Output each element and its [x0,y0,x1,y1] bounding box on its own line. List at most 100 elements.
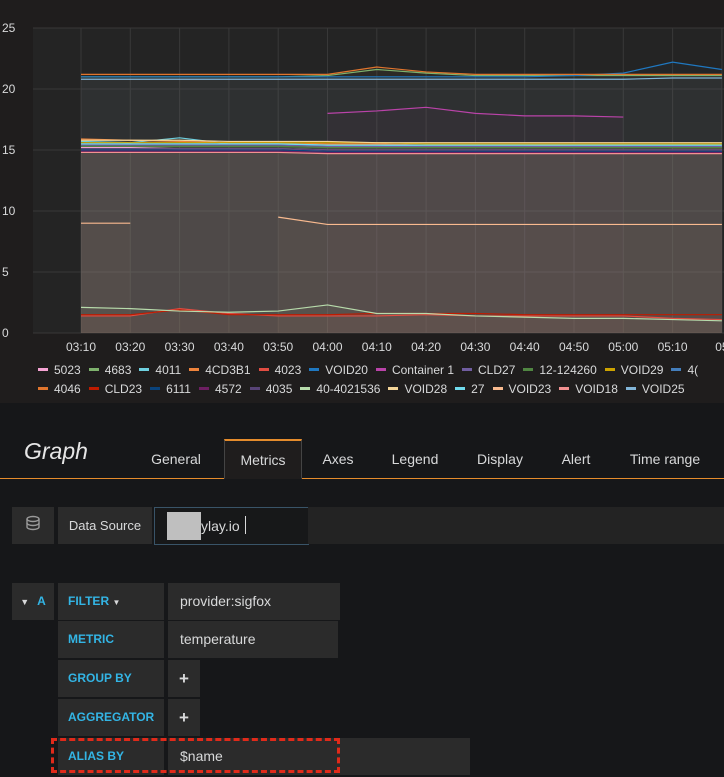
tab-legend[interactable]: Legend [378,440,452,478]
legend-item[interactable]: 4046 [38,380,81,399]
legend-label: 40-4021536 [316,382,381,396]
panel-type-title: Graph [24,438,88,464]
aggregator-label: AGGREGATOR [58,699,164,736]
legend-item[interactable]: VOID20 [309,361,368,380]
chart-area[interactable]: 051015202503:10 03:20 03:30 03:40 03:50 04:00… [0,0,724,403]
legend-item[interactable]: CLD27 [462,361,515,380]
x-tick-label: 04:50 [559,340,589,354]
legend-swatch [625,387,636,391]
x-tick-label: 04:40 [510,340,540,354]
query-collapse-toggle[interactable]: ▼ A [12,583,54,620]
x-tick-label: 04:30 [460,340,490,354]
legend-item[interactable]: VOID28 [388,380,447,399]
datasource-input[interactable]: ylay.io [154,507,309,545]
legend-label: 4( [687,363,699,377]
alias-highlight-box [51,738,340,773]
y-tick-label: 5 [2,265,9,279]
legend-label: 4023 [274,363,302,377]
legend-label: 6111 [166,382,191,396]
text-cursor [245,516,246,534]
legend-item[interactable]: Container 1 [375,361,455,380]
legend-swatch [671,368,682,372]
legend-swatch [455,387,466,391]
legend-item[interactable]: VOID29 [604,361,664,380]
panel-editor-header: Graph General Metrics Axes Legend Displa… [0,430,724,479]
legend-swatch [189,368,200,372]
legend-label: VOID25 [641,382,685,396]
filter-input[interactable]: provider:sigfox [168,583,340,620]
tab-alert[interactable]: Alert [548,440,604,478]
legend-label: 5023 [54,363,81,377]
legend-swatch [492,387,503,391]
x-tick-label: 03:30 [165,340,195,354]
legend-item[interactable]: VOID25 [625,380,685,399]
legend-item[interactable]: 5023 [38,361,81,380]
caret-down-icon: ▼ [20,597,30,607]
legend-swatch [604,368,615,372]
datasource-value: ylay.io [201,518,240,534]
legend-swatch [523,368,534,372]
legend-swatch [300,387,311,391]
datasource-label: Data Source [58,507,152,544]
legend-label: CLD23 [104,382,143,396]
legend-item[interactable]: 4572 [198,380,242,399]
group-by-label: GROUP BY [58,660,164,697]
y-tick-label: 15 [2,143,16,157]
query-ref-id: A [37,594,46,608]
legend-swatch [559,387,570,391]
legend-item[interactable]: 40-4021536 [300,380,380,399]
legend-item[interactable]: 4035 [249,380,293,399]
x-tick-label: 04:20 [411,340,441,354]
legend-item[interactable]: CLD23 [88,380,143,399]
legend-item[interactable]: VOID23 [492,380,552,399]
x-tick-label: 05:10 [658,340,688,354]
legend-swatch [88,368,99,372]
legend-item[interactable]: 4CD3B1 [189,361,251,380]
y-tick-label: 20 [2,82,16,96]
legend-item[interactable]: 27 [455,380,485,399]
legend-label: 4CD3B1 [205,363,251,377]
legend-label: 4046 [54,382,81,396]
legend-item[interactable]: 6111 [150,380,191,399]
legend-label: VOID20 [325,363,368,377]
legend-item[interactable]: 4( [671,361,698,380]
aggregator-add-button[interactable]: + [168,699,200,736]
filter-label[interactable]: FILTER ▼ [58,583,164,620]
legend-swatch [150,387,161,391]
tab-axes[interactable]: Axes [309,440,367,478]
legend-swatch [258,368,269,372]
legend-row: 4046 CLD23 6111 4572 4035 40-4021536 VOID28 27 V… [38,380,724,399]
legend-item[interactable]: 4023 [258,361,302,380]
metric-label: METRIC [58,621,164,658]
tab-display[interactable]: Display [463,440,537,478]
legend-item[interactable]: 12-124260 [523,361,597,380]
legend-item[interactable]: 4011 [139,361,181,380]
metric-input[interactable]: temperature [168,621,338,658]
legend-label: 4035 [265,382,293,396]
chart-legend: 5023 4683 4011 4CD3B1 4023 VOID20 Container 1 C… [38,361,724,399]
legend-label: VOID23 [508,382,552,396]
legend-label: VOID29 [620,363,664,377]
graph-panel: 0 5 10 15 20 25 03:10 03:20 03:30 03:40 03:50 04:00… [0,0,724,403]
legend-label: CLD27 [478,363,516,377]
group-by-add-button[interactable]: + [168,660,200,697]
y-tick-label: 10 [2,204,16,218]
legend-item[interactable]: 4683 [88,361,132,380]
legend-swatch [375,368,386,372]
tab-time-range[interactable]: Time range [616,440,714,478]
legend-label: Container 1 [391,363,455,377]
x-tick-label: 03:50 [263,340,293,354]
legend-swatch [388,387,399,391]
series-area-VOID25 [81,78,722,333]
legend-item[interactable]: VOID18 [559,380,618,399]
legend-swatch [198,387,209,391]
legend-label: 4683 [104,363,132,377]
x-tick-label: 03:40 [214,340,244,354]
x-tick-label: 04:10 [362,340,392,354]
filter-label-text: FILTER [68,594,110,608]
tab-general[interactable]: General [137,440,215,478]
tab-metrics[interactable]: Metrics [224,439,302,479]
legend-swatch [139,368,150,372]
legend-swatch [249,387,260,391]
x-tick-label: 05:00 [608,340,638,354]
